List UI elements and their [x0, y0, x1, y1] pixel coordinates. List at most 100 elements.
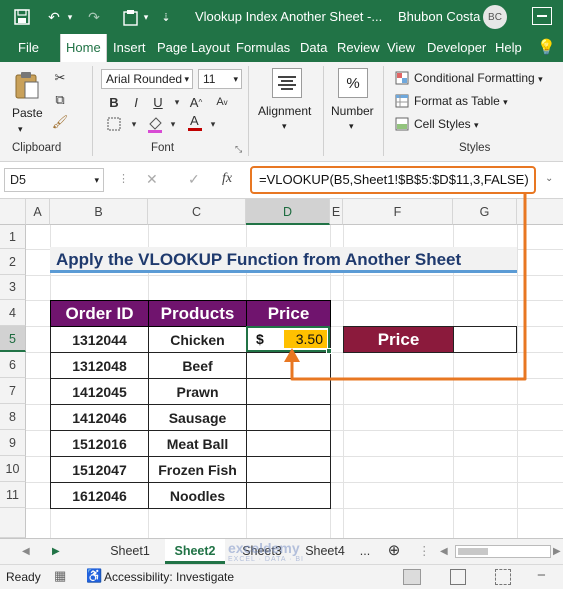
- tab-review[interactable]: Review: [337, 34, 380, 62]
- row-header-6[interactable]: 6: [0, 352, 26, 378]
- next-sheet-icon[interactable]: ▶: [52, 539, 60, 564]
- page-layout-view-icon[interactable]: [450, 569, 466, 585]
- cell-styles-button[interactable]: Cell Styles ▾: [414, 117, 479, 131]
- lightbulb-icon[interactable]: 💡: [537, 34, 556, 62]
- conditional-formatting-button[interactable]: Conditional Formatting ▾: [414, 71, 543, 85]
- paste-dropdown-icon[interactable]: ▾: [18, 124, 23, 135]
- tab-file[interactable]: File: [18, 34, 39, 62]
- formula-input[interactable]: =VLOOKUP(B5,Sheet1!$B$5:$D$11,3,FALSE): [250, 166, 536, 194]
- restore-window-button[interactable]: [532, 7, 552, 25]
- copy-icon[interactable]: ⧉: [50, 90, 70, 110]
- sheet-tab[interactable]: Sheet4: [295, 539, 355, 564]
- header-price[interactable]: Price: [246, 300, 331, 327]
- column-header-d[interactable]: D: [246, 199, 330, 225]
- worksheet-grid[interactable]: A B C D E F G 1 2 3 4 5 6 7 8 9 10 11 Ap…: [0, 199, 563, 538]
- cut-icon[interactable]: ✂: [50, 68, 70, 88]
- cancel-icon[interactable]: ✕: [146, 171, 158, 188]
- font-dialog-launcher-icon[interactable]: ⤡: [235, 144, 242, 155]
- underline-dropdown-icon[interactable]: ▾: [167, 92, 187, 112]
- borders-icon[interactable]: [104, 114, 124, 134]
- row-header-9[interactable]: 9: [0, 430, 26, 456]
- active-cell-selection[interactable]: [246, 326, 332, 354]
- order-id-cell[interactable]: 1412046: [50, 404, 149, 431]
- product-cell[interactable]: Frozen Fish: [148, 456, 247, 483]
- underline-icon[interactable]: U: [148, 92, 168, 112]
- customize-qat-icon[interactable]: ⇣: [158, 8, 174, 26]
- price-cell[interactable]: [246, 352, 331, 379]
- tab-developer[interactable]: Developer: [427, 34, 486, 62]
- bold-icon[interactable]: B: [104, 92, 124, 112]
- save-icon[interactable]: [12, 8, 32, 26]
- product-cell[interactable]: Prawn: [148, 378, 247, 405]
- increase-font-icon[interactable]: A ^: [186, 92, 206, 112]
- column-header-g[interactable]: G: [453, 199, 517, 225]
- row-header-8[interactable]: 8: [0, 404, 26, 430]
- order-id-cell[interactable]: 1512016: [50, 430, 149, 457]
- page-break-view-icon[interactable]: [495, 569, 511, 585]
- tab-view[interactable]: View: [387, 34, 415, 62]
- row-header-1[interactable]: 1: [0, 225, 26, 249]
- alignment-dropdown-icon[interactable]: ▾: [282, 121, 287, 132]
- order-id-cell[interactable]: 1612046: [50, 482, 149, 509]
- row-header-7[interactable]: 7: [0, 378, 26, 404]
- column-header-a[interactable]: A: [26, 199, 50, 225]
- insert-function-icon[interactable]: fx: [222, 171, 232, 187]
- tab-home[interactable]: Home: [60, 34, 107, 62]
- price-cell[interactable]: [246, 456, 331, 483]
- product-cell[interactable]: Chicken: [148, 326, 247, 353]
- number-label[interactable]: Number: [331, 104, 374, 118]
- borders-dropdown-icon[interactable]: ▾: [124, 114, 144, 134]
- price-cell[interactable]: [246, 378, 331, 405]
- fill-dropdown-icon[interactable]: ▾: [163, 114, 183, 134]
- font-size-select[interactable]: 11 ▾: [198, 69, 242, 89]
- product-cell[interactable]: Beef: [148, 352, 247, 379]
- tab-help[interactable]: Help: [495, 34, 522, 62]
- more-options-icon[interactable]: ⋮: [118, 172, 129, 185]
- redo-icon[interactable]: ↷: [84, 8, 104, 26]
- order-id-cell[interactable]: 1312048: [50, 352, 149, 379]
- price-cell[interactable]: [246, 482, 331, 509]
- prev-sheet-icon[interactable]: ◀: [22, 539, 30, 564]
- row-header-11[interactable]: 11: [0, 482, 26, 508]
- paste-button[interactable]: Paste: [10, 68, 46, 128]
- sheet-title-banner[interactable]: Apply the VLOOKUP Function from Another …: [50, 247, 517, 273]
- add-sheet-icon[interactable]: ⊕: [384, 539, 404, 564]
- fill-handle[interactable]: [326, 348, 332, 354]
- undo-dropdown-icon[interactable]: ▾: [64, 8, 76, 26]
- macro-record-icon[interactable]: ▦: [54, 568, 66, 584]
- decrease-font-icon[interactable]: Av: [212, 92, 232, 112]
- product-cell[interactable]: Noodles: [148, 482, 247, 509]
- enter-icon[interactable]: ✓: [188, 171, 200, 188]
- header-order-id[interactable]: Order ID: [50, 300, 149, 327]
- tab-page-layout[interactable]: Page Layout: [157, 34, 230, 62]
- name-box[interactable]: D5 ▾: [4, 168, 104, 192]
- row-header-3[interactable]: 3: [0, 275, 26, 300]
- tab-data[interactable]: Data: [300, 34, 327, 62]
- alignment-label[interactable]: Alignment: [258, 104, 311, 118]
- product-cell[interactable]: Meat Ball: [148, 430, 247, 457]
- alignment-icon[interactable]: [272, 68, 302, 98]
- order-id-cell[interactable]: 1312044: [50, 326, 149, 353]
- format-painter-icon[interactable]: 🖌: [50, 112, 70, 132]
- number-dropdown-icon[interactable]: ▾: [349, 121, 354, 132]
- column-header-c[interactable]: C: [148, 199, 246, 225]
- column-header-e[interactable]: E: [330, 199, 343, 225]
- tab-formulas[interactable]: Formulas: [236, 34, 290, 62]
- scrollbar-thumb[interactable]: [458, 548, 488, 555]
- select-all-corner[interactable]: [0, 199, 26, 225]
- fill-color-icon[interactable]: [145, 114, 165, 134]
- row-header-5[interactable]: 5: [0, 326, 26, 352]
- order-id-cell[interactable]: 1512047: [50, 456, 149, 483]
- price-box-label[interactable]: Price: [344, 327, 454, 352]
- header-products[interactable]: Products: [148, 300, 247, 327]
- scroll-left-icon[interactable]: ◀: [440, 539, 448, 564]
- row-header-2[interactable]: 2: [0, 249, 26, 275]
- product-cell[interactable]: Sausage: [148, 404, 247, 431]
- column-header-f[interactable]: F: [343, 199, 453, 225]
- more-sheets-button[interactable]: ...: [357, 539, 373, 564]
- qat-dropdown-icon[interactable]: ▾: [140, 8, 152, 26]
- more-options-icon[interactable]: ⋮: [418, 539, 431, 564]
- price-cell[interactable]: [246, 404, 331, 431]
- normal-view-icon[interactable]: [403, 569, 421, 585]
- sheet-tab-active[interactable]: Sheet2: [165, 539, 225, 564]
